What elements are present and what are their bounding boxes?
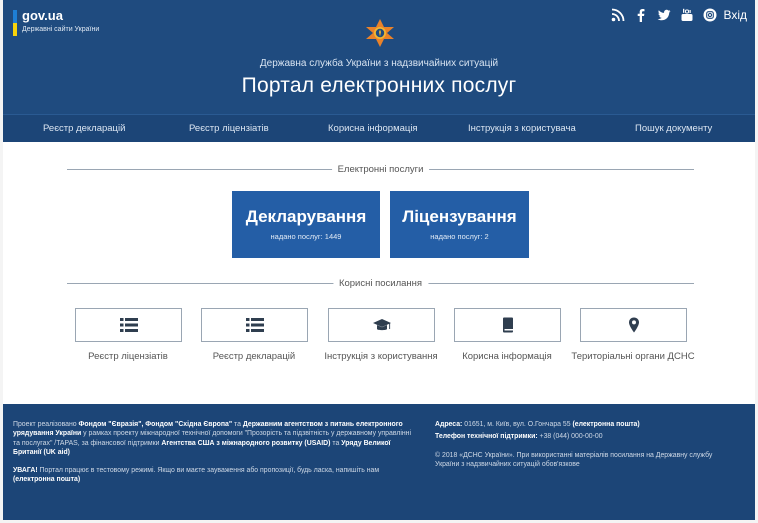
dsns-emblem-icon <box>366 19 394 47</box>
rss-icon[interactable] <box>611 8 625 22</box>
footer-address: Адреса: 01651, м. Київ, вул. О.Гончара 5… <box>435 420 735 429</box>
page-title: Портал електронних послуг <box>241 74 517 97</box>
link-declarations-registry[interactable] <box>201 308 308 342</box>
main-nav: Реєстр декларацій Реєстр ліцензіатів Кор… <box>3 114 755 142</box>
footer-warning: УВАГА! Портал працює в тестовому режимі.… <box>13 466 418 485</box>
instagram-icon[interactable] <box>703 8 717 22</box>
footer-phone-number: +38 (044) 000-00-00 <box>537 433 603 441</box>
footer-warning-text: Портал працює в тестовому режимі. Якщо в… <box>37 467 380 475</box>
footer-address-text: 01651, м. Київ, вул. О.Гончара 55 <box>462 421 573 428</box>
footer-copyright: © 2018 «ДСНС України». При використанні … <box>435 451 713 468</box>
site-footer: Проект реалізовано Фондом "Євразія", Фон… <box>3 404 755 520</box>
services-divider: Електронні послуги <box>67 164 694 175</box>
site-header: gov.ua Державні сайти України Вхід Держа… <box>3 0 755 114</box>
services-section-title: Електронні послуги <box>331 164 430 175</box>
footer-text: та <box>232 421 243 428</box>
gov-ua-subtitle: Державні сайти України <box>22 26 100 33</box>
link-useful-info-label[interactable]: Корисна інформація <box>442 350 572 363</box>
declaration-service-count: надано послуг: 1449 <box>270 232 342 241</box>
login-link[interactable]: Вхід <box>723 8 747 22</box>
footer-warning-label: УВАГА! <box>13 467 38 475</box>
page: gov.ua Державні сайти України Вхід Держа… <box>3 0 755 520</box>
youtube-icon[interactable] <box>680 8 694 22</box>
link-declarations-registry-label[interactable]: Реєстр декларацій <box>189 350 319 363</box>
book-icon <box>502 317 513 333</box>
facebook-icon[interactable] <box>634 8 648 22</box>
map-marker-icon <box>628 317 639 333</box>
footer-text: Проект реалізовано <box>13 421 79 428</box>
footer-phone-label: Телефон технічної підтримки: <box>435 433 538 441</box>
link-useful-info[interactable] <box>454 308 561 342</box>
link-licensees-registry[interactable] <box>75 308 182 342</box>
footer-contacts: Адреса: 01651, м. Київ, вул. О.Гончара 5… <box>435 420 735 469</box>
nav-item-licensees-registry[interactable]: Реєстр ліцензіатів <box>189 123 269 134</box>
link-territorial-bodies[interactable] <box>580 308 687 342</box>
links-divider: Корисні посилання <box>67 278 694 289</box>
nav-item-document-search[interactable]: Пошук документу <box>635 123 712 134</box>
link-licensees-registry-label[interactable]: Реєстр ліцензіатів <box>63 350 193 363</box>
nav-item-useful-info[interactable]: Корисна інформація <box>328 123 418 134</box>
list-icon <box>245 318 264 332</box>
footer-project-text: Проект реалізовано Фондом "Євразія", Фон… <box>13 420 418 457</box>
links-section-title: Корисні посилання <box>332 278 429 289</box>
link-territorial-bodies-label[interactable]: Територіальні органи ДСНС <box>568 350 698 363</box>
footer-address-email-link[interactable]: (електронна пошта) <box>573 421 640 428</box>
licensing-service-count: надано послуг: 2 <box>430 232 489 241</box>
link-user-guide[interactable] <box>328 308 435 342</box>
graduation-cap-icon <box>372 319 391 331</box>
gov-ua-title: gov.ua <box>22 8 63 23</box>
twitter-icon[interactable] <box>657 8 671 22</box>
nav-item-declarations-registry[interactable]: Реєстр декларацій <box>43 123 125 134</box>
footer-email-link[interactable]: (електронна пошта) <box>13 476 80 483</box>
footer-funders: Фондом "Євразія", Фондом "Східна Європа" <box>78 421 233 428</box>
licensing-service-title: Ліцензування <box>402 207 517 226</box>
nav-item-user-guide[interactable]: Інструкція з користувача <box>468 123 576 134</box>
footer-address-label: Адреса: <box>435 421 463 428</box>
footer-usaid: Агентства США з міжнародного розвитку (U… <box>161 439 331 447</box>
declaration-service-button[interactable]: Декларування надано послуг: 1449 <box>232 191 380 258</box>
footer-phone: Телефон технічної підтримки: +38 (044) 0… <box>435 432 735 441</box>
declaration-service-title: Декларування <box>245 207 367 226</box>
social-links: Вхід <box>611 8 747 22</box>
list-icon <box>119 318 138 332</box>
link-user-guide-label[interactable]: Інструкція з користування <box>316 350 446 363</box>
footer-project-info: Проект реалізовано Фондом "Євразія", Фон… <box>13 420 418 485</box>
footer-text: та <box>330 439 342 447</box>
ukraine-flag-icon <box>13 10 17 36</box>
agency-name: Державна служба України з надзвичайних с… <box>259 58 499 69</box>
licensing-service-button[interactable]: Ліцензування надано послуг: 2 <box>390 191 529 258</box>
